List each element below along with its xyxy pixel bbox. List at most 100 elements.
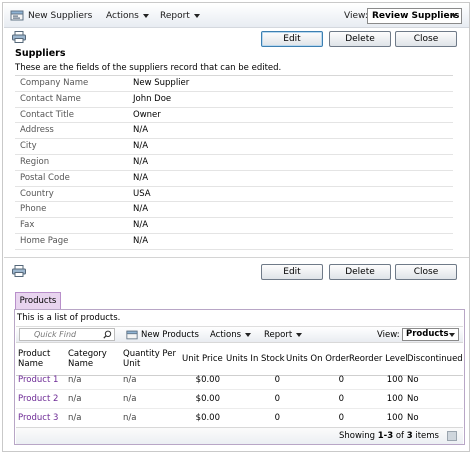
print-icon[interactable] (12, 265, 26, 277)
products-view-label: View: (377, 330, 400, 340)
actions-menu[interactable]: Actions (106, 9, 149, 23)
discontinued-cell: No (407, 413, 419, 423)
column-header-line: Unit (123, 359, 141, 369)
product-name-link[interactable]: Product 3 (18, 413, 58, 423)
reorder-cell: 100 (386, 394, 403, 404)
field-label: Region (20, 156, 50, 167)
field-value[interactable]: Owner (133, 110, 161, 120)
close-button[interactable]: Close (395, 31, 457, 47)
order-cell: 0 (338, 413, 344, 423)
column-header-reorder-level[interactable]: Reorder Level (349, 354, 408, 364)
field-row-country: Country USA (15, 187, 453, 203)
order-cell: 0 (338, 375, 344, 385)
field-value[interactable]: N/A (133, 204, 148, 214)
new-products-label: New Products (141, 330, 199, 340)
qpu-cell: n/a (123, 394, 137, 404)
stock-cell: 0 (274, 394, 280, 404)
products-view-value: Products (406, 329, 449, 339)
new-suppliers-button[interactable]: New Suppliers (10, 9, 92, 23)
new-products-button[interactable]: New Products (126, 329, 199, 341)
column-header-units-in-stock[interactable]: Units In Stock (226, 354, 285, 364)
edit-button[interactable]: Edit (261, 31, 323, 47)
delete-button-bottom[interactable]: Delete (329, 264, 391, 280)
main-toolbar: New Suppliers Actions Report View: Revie… (4, 4, 469, 28)
field-row-company-name: Company Name New Supplier (15, 76, 453, 92)
view-selector[interactable]: Review Suppliers (367, 8, 462, 24)
tab-products[interactable]: Products (15, 292, 61, 310)
field-value[interactable]: N/A (133, 125, 148, 135)
new-record-icon (126, 330, 138, 339)
search-icon[interactable] (103, 330, 112, 339)
section-description: These are the fields of the suppliers re… (15, 63, 282, 73)
field-value[interactable]: N/A (133, 220, 148, 230)
app-frame: New Suppliers Actions Report View: Revie… (2, 2, 470, 452)
table-row[interactable]: Product 1 n/a n/a $0.00 0 0 100 No (16, 371, 463, 390)
field-row-region: Region N/A (15, 155, 453, 171)
column-header-quantity-per-unit[interactable]: Quantity Per Unit (123, 349, 176, 369)
chevron-down-icon (142, 13, 149, 18)
products-actions-menu[interactable]: Actions (210, 329, 252, 341)
column-header-line: Quantity Per (123, 349, 176, 359)
column-header-line: Name (68, 359, 94, 369)
field-value[interactable]: N/A (133, 141, 148, 151)
chevron-down-icon (245, 332, 252, 337)
view-label: View: (344, 11, 368, 21)
column-header-unit-price[interactable]: Unit Price (182, 354, 223, 364)
column-header-discontinued[interactable]: Discontinued (407, 354, 463, 364)
report-label: Report (160, 11, 190, 21)
reorder-cell: 100 (386, 375, 403, 385)
price-cell: $0.00 (195, 375, 220, 385)
field-row-contact-title: Contact Title Owner (15, 108, 453, 124)
pager-summary: Showing 1-3 of 3 items (339, 431, 439, 441)
pager-options-icon[interactable] (447, 431, 457, 441)
field-value[interactable]: N/A (133, 157, 148, 167)
field-value[interactable]: N/A (133, 173, 148, 183)
column-header-category-name[interactable]: Category Name (68, 349, 107, 369)
product-name-link[interactable]: Product 1 (18, 375, 58, 385)
field-label: Contact Title (20, 109, 74, 120)
section-title: Suppliers (15, 48, 66, 59)
table-row[interactable]: Product 3 n/a n/a $0.00 0 0 100 No (16, 409, 463, 428)
report-menu[interactable]: Report (160, 9, 200, 23)
field-value[interactable]: New Supplier (133, 78, 189, 88)
category-cell: n/a (68, 375, 82, 385)
close-button-bottom[interactable]: Close (395, 264, 457, 280)
category-cell: n/a (68, 413, 82, 423)
column-header-units-on-order[interactable]: Units On Order (286, 354, 349, 364)
field-value[interactable]: USA (133, 189, 151, 199)
print-icon[interactable] (12, 31, 26, 43)
supplier-fields: Company Name New Supplier Contact Name J… (15, 75, 453, 250)
new-record-icon (10, 10, 24, 21)
product-name-link[interactable]: Product 2 (18, 394, 58, 404)
section-divider (4, 257, 469, 258)
pager-bar: Showing 1-3 of 3 items (16, 427, 463, 444)
new-suppliers-label: New Suppliers (28, 11, 93, 21)
column-header-product-name[interactable]: Product Name (18, 349, 50, 369)
products-view-selector[interactable]: Products (402, 328, 459, 341)
price-cell: $0.00 (195, 394, 220, 404)
price-cell: $0.00 (195, 413, 220, 423)
quick-find-input[interactable]: Quick Find (19, 328, 115, 341)
delete-button[interactable]: Delete (329, 31, 391, 47)
field-row-phone: Phone N/A (15, 202, 453, 219)
field-value[interactable]: John Doe (133, 94, 171, 104)
pager-prefix: Showing (338, 431, 378, 441)
field-value[interactable]: N/A (133, 236, 148, 246)
field-row-address: Address N/A (15, 123, 453, 140)
field-label: Postal Code (20, 172, 70, 183)
stock-cell: 0 (274, 413, 280, 423)
field-row-city: City N/A (15, 139, 453, 155)
field-label: Home Page (20, 235, 69, 246)
table-row[interactable]: Product 2 n/a n/a $0.00 0 0 100 No (16, 390, 463, 409)
edit-button-bottom[interactable]: Edit (261, 264, 323, 280)
products-description: This is a list of products. (17, 313, 121, 323)
field-label: Country (20, 188, 54, 199)
chevron-down-icon (451, 14, 457, 18)
stock-cell: 0 (274, 375, 280, 385)
view-selector-value: Review Suppliers (372, 11, 460, 21)
order-cell: 0 (338, 394, 344, 404)
field-label: Fax (20, 220, 35, 231)
pager-range: 1-3 (377, 431, 394, 441)
chevron-down-icon (296, 332, 303, 337)
products-report-menu[interactable]: Report (264, 329, 303, 341)
